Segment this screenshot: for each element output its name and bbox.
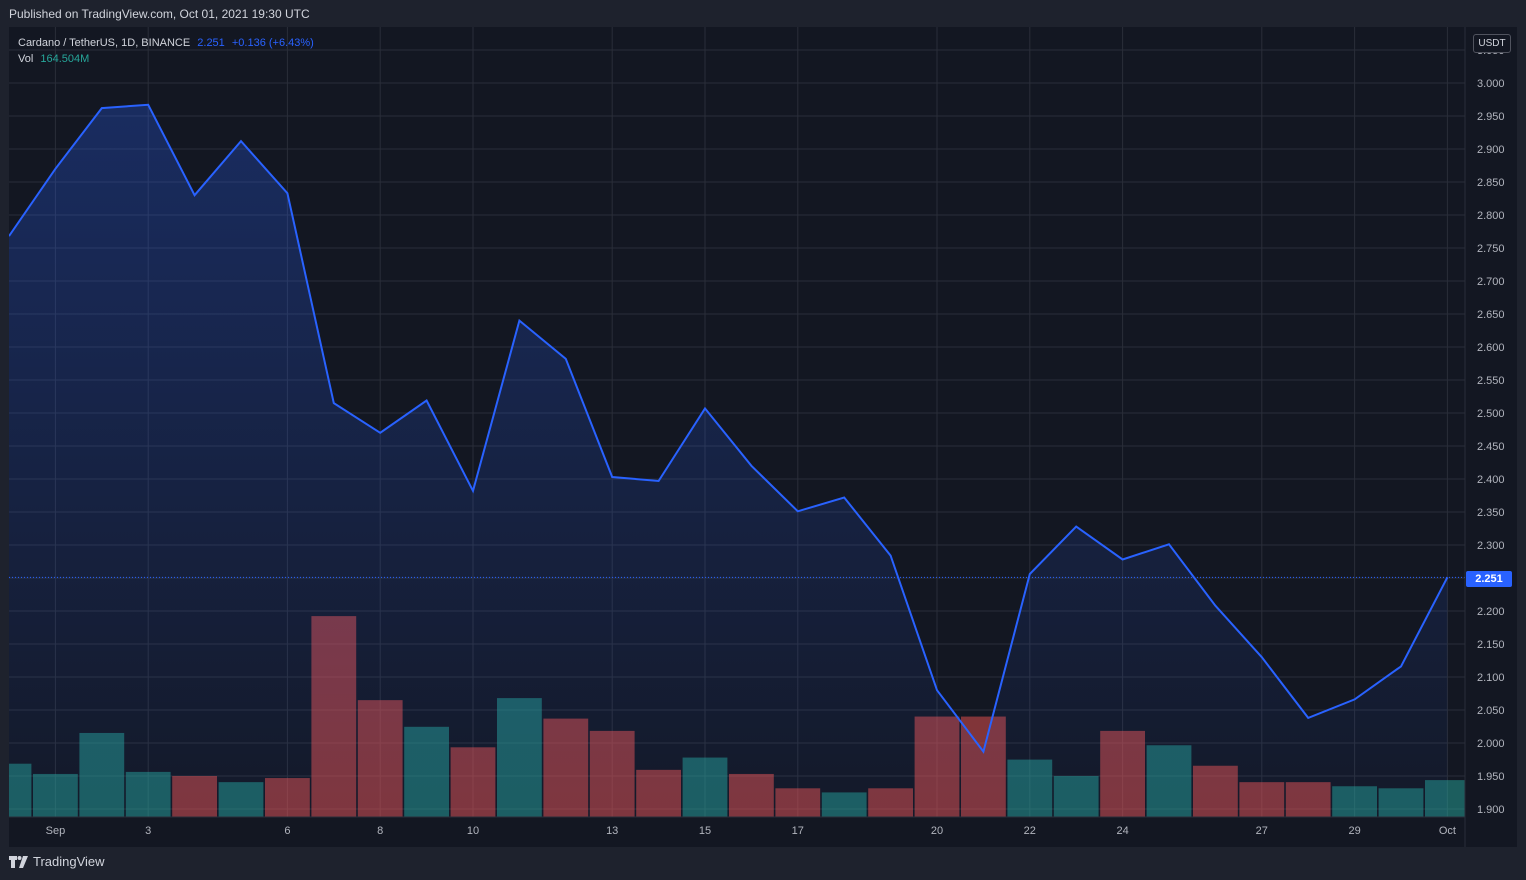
time-tick-label: 27 xyxy=(1256,825,1268,837)
price-tick-label: 3.000 xyxy=(1477,78,1505,90)
time-tick-label: 22 xyxy=(1024,825,1036,837)
price-tick-label: 2.300 xyxy=(1477,540,1505,552)
price-tick-label: 2.150 xyxy=(1477,639,1505,651)
legend-price: 2.251 xyxy=(197,37,225,49)
volume-label[interactable]: Vol xyxy=(18,53,33,65)
price-tick-label: 2.950 xyxy=(1477,111,1505,123)
currency-unit-button[interactable]: USDT xyxy=(1473,34,1511,53)
price-tick-label: 2.600 xyxy=(1477,342,1505,354)
last-price-badge: 2.251 xyxy=(1466,571,1512,587)
time-tick-label: 6 xyxy=(284,825,290,837)
price-tick-label: 2.450 xyxy=(1477,441,1505,453)
symbol-legend: Cardano / TetherUS, 1D, BINANCE 2.251 +0… xyxy=(18,35,314,67)
time-tick-label: 20 xyxy=(931,825,943,837)
price-tick-label: 2.550 xyxy=(1477,375,1505,387)
price-tick-label: 2.700 xyxy=(1477,276,1505,288)
symbol-name[interactable]: Cardano / TetherUS, 1D, BINANCE xyxy=(18,37,190,49)
time-tick-label: 10 xyxy=(467,825,479,837)
price-tick-label: 2.050 xyxy=(1477,705,1505,717)
price-tick-label: 2.350 xyxy=(1477,507,1505,519)
time-tick-label: 15 xyxy=(699,825,711,837)
time-tick-label: 29 xyxy=(1348,825,1360,837)
price-tick-label: 2.650 xyxy=(1477,309,1505,321)
time-tick-label: 3 xyxy=(145,825,151,837)
price-tick-label: 2.750 xyxy=(1477,243,1505,255)
chart-frame: Published on TradingView.com, Oct 01, 20… xyxy=(0,0,1526,880)
price-tick-label: 2.500 xyxy=(1477,408,1505,420)
legend-change: +0.136 (+6.43%) xyxy=(231,37,314,49)
time-tick-label: 17 xyxy=(792,825,804,837)
published-header: Published on TradingView.com, Oct 01, 20… xyxy=(9,7,310,21)
time-tick-label: Sep xyxy=(46,825,66,837)
price-tick-label: 2.100 xyxy=(1477,672,1505,684)
price-tick-label: 2.900 xyxy=(1477,144,1505,156)
tradingview-footer[interactable]: TradingView xyxy=(9,854,105,869)
price-tick-label: 2.200 xyxy=(1477,606,1505,618)
tradingview-logo-icon xyxy=(9,855,28,868)
time-tick-label: Oct xyxy=(1439,825,1456,837)
chart-canvas[interactable]: 3.0503.0002.9502.9002.8502.8002.7502.700… xyxy=(9,27,1517,847)
price-tick-label: 1.900 xyxy=(1477,804,1505,816)
footer-brand: TradingView xyxy=(33,854,105,869)
price-tick-label: 1.950 xyxy=(1477,771,1505,783)
price-tick-label: 2.800 xyxy=(1477,210,1505,222)
time-tick-label: 24 xyxy=(1116,825,1128,837)
time-tick-label: 13 xyxy=(606,825,618,837)
time-tick-label: 8 xyxy=(377,825,383,837)
price-tick-label: 2.000 xyxy=(1477,738,1505,750)
volume-value: 164.504M xyxy=(40,53,90,65)
price-tick-label: 2.850 xyxy=(1477,177,1505,189)
price-tick-label: 2.400 xyxy=(1477,474,1505,486)
